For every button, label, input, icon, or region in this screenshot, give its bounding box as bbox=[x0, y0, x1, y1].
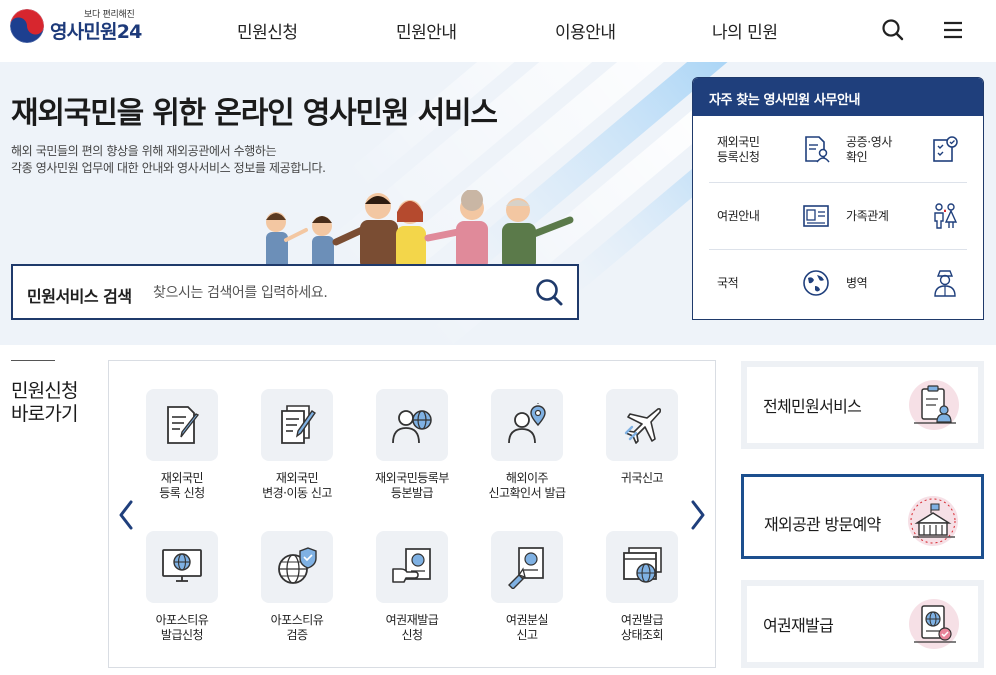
quick-item-label: 재외국민 등록신청 bbox=[717, 135, 760, 164]
shortcut-title-line: 민원신청 bbox=[11, 380, 79, 402]
notary-check-icon bbox=[933, 136, 958, 162]
service-label: 아포스티유 검증 bbox=[270, 613, 324, 642]
clipboard-person-icon bbox=[909, 380, 959, 430]
service-passport-lost[interactable]: 여권분실 신고 bbox=[472, 531, 582, 661]
quick-item-passport[interactable]: 여권안내 bbox=[709, 183, 838, 250]
service-label: 여권재발급 신청 bbox=[385, 613, 439, 642]
search-label: 민원서비스 검색 bbox=[27, 287, 132, 306]
main-nav: 민원신청 민원안내 이용안내 나의 민원 bbox=[0, 18, 996, 46]
shortcut-title-line: 바로가기 bbox=[11, 403, 79, 425]
person-location-icon bbox=[508, 403, 546, 444]
hero-description-line: 해외 국민들의 편의 향상을 위해 재외공관에서 수행하는 bbox=[11, 144, 277, 158]
service-label: 해외이주 신고확인서 발급 bbox=[488, 471, 566, 500]
embassy-visit-reservation-label: 재외공관 방문예약 bbox=[764, 515, 881, 534]
search-submit-icon[interactable] bbox=[533, 276, 565, 308]
globe-shield-icon bbox=[278, 547, 317, 584]
quick-item-label: 여권안내 bbox=[717, 209, 760, 223]
airplane-icon bbox=[624, 408, 662, 444]
quick-item-notary[interactable]: 공증·영사 확인 bbox=[838, 116, 967, 183]
service-label: 아포스티유 발급신청 bbox=[155, 613, 209, 642]
frequent-services-title: 자주 찾는 영사민원 사무안내 bbox=[693, 78, 983, 116]
window-globe-icon bbox=[623, 547, 662, 583]
quick-item-registration[interactable]: 재외국민 등록신청 bbox=[709, 116, 838, 183]
service-search-box: 민원서비스 검색 bbox=[11, 264, 579, 320]
passport-lost-icon bbox=[508, 547, 544, 589]
quick-item-military[interactable]: 병역 bbox=[838, 250, 967, 317]
quick-item-label: 가족관계 bbox=[846, 209, 889, 223]
frequent-services-panel: 자주 찾는 영사민원 사무안내 재외국민 등록신청 공증·영사 확인 여권안내 … bbox=[692, 77, 984, 320]
quick-item-family[interactable]: 가족관계 bbox=[838, 183, 967, 250]
quick-row: 재외국민 등록신청 공증·영사 확인 bbox=[709, 116, 967, 183]
service-tile bbox=[376, 531, 448, 603]
service-passport-reissue[interactable]: 여권재발급 신청 bbox=[357, 531, 467, 661]
nav-usage[interactable]: 이용안내 bbox=[555, 18, 616, 43]
embassy-visit-reservation-button[interactable]: 재외공관 방문예약 bbox=[741, 474, 984, 559]
passport-hand-icon bbox=[392, 548, 431, 583]
service-tile bbox=[491, 531, 563, 603]
search-icon[interactable] bbox=[880, 17, 906, 43]
service-tile bbox=[491, 389, 563, 461]
service-tile bbox=[606, 389, 678, 461]
service-tile bbox=[606, 531, 678, 603]
hero-description-line: 각종 영사민원 업무에 대한 안내와 영사서비스 정보를 제공합니다. bbox=[11, 161, 326, 175]
passport-reissue-button[interactable]: 여권재발급 bbox=[741, 580, 984, 668]
service-return-report[interactable]: 귀국신고 bbox=[587, 389, 697, 519]
all-services-label: 전체민원서비스 bbox=[763, 397, 862, 416]
service-tile bbox=[261, 389, 333, 461]
family-icon bbox=[934, 203, 958, 229]
person-globe-icon bbox=[392, 410, 432, 444]
family-illustration bbox=[266, 190, 574, 270]
menu-icon[interactable] bbox=[940, 17, 966, 43]
service-tile bbox=[146, 531, 218, 603]
service-apostille-verify[interactable]: 아포스티유 검증 bbox=[242, 531, 352, 661]
service-label: 귀국신고 bbox=[620, 471, 664, 485]
service-apostille-issue[interactable]: 아포스티유 발급신청 bbox=[127, 531, 237, 661]
hero-description: 해외 국민들의 편의 향상을 위해 재외공관에서 수행하는 각종 영사민원 업무… bbox=[11, 143, 326, 177]
service-tile bbox=[146, 389, 218, 461]
building-calendar-icon bbox=[908, 496, 958, 546]
service-tile bbox=[376, 389, 448, 461]
service-passport-status[interactable]: 여권발급 상태조회 bbox=[587, 531, 697, 661]
hero-title: 재외국민을 위한 온라인 영사민원 서비스 bbox=[11, 96, 498, 131]
service-shortcuts-panel: 재외국민 등록 신청 재외국민 변경·이동 신고 재외국민등록부 등본발급 해외… bbox=[108, 360, 716, 668]
shortcut-title: 민원신청 바로가기 bbox=[11, 380, 79, 426]
document-pen-icon bbox=[167, 406, 200, 444]
shortcut-divider bbox=[11, 360, 55, 361]
nav-guide[interactable]: 민원안내 bbox=[396, 18, 457, 43]
passport-reissue-label: 여권재발급 bbox=[763, 616, 834, 635]
quick-item-label: 병역 bbox=[846, 276, 868, 290]
passport-check-icon bbox=[909, 599, 959, 649]
service-tile bbox=[261, 531, 333, 603]
registration-document-icon bbox=[805, 136, 830, 163]
service-register[interactable]: 재외국민 등록 신청 bbox=[127, 389, 237, 519]
service-label: 재외국민등록부 등본발급 bbox=[375, 471, 449, 500]
service-registry-copy[interactable]: 재외국민등록부 등본발급 bbox=[357, 389, 467, 519]
search-input[interactable] bbox=[153, 278, 523, 308]
quick-item-nationality[interactable]: 국적 bbox=[709, 250, 838, 317]
service-label: 여권발급 상태조회 bbox=[620, 613, 664, 642]
quick-row: 국적 병역 bbox=[709, 250, 967, 317]
quick-row: 여권안내 가족관계 bbox=[709, 183, 967, 250]
passport-icon bbox=[803, 205, 829, 227]
service-change-report[interactable]: 재외국민 변경·이동 신고 bbox=[242, 389, 352, 519]
all-services-button[interactable]: 전체민원서비스 bbox=[741, 361, 984, 449]
monitor-globe-icon bbox=[162, 549, 202, 582]
site-header: 보다 편리해진 영사민원24 민원신청 민원안내 이용안내 나의 민원 bbox=[0, 0, 996, 62]
service-label: 여권분실 신고 bbox=[505, 613, 549, 642]
service-label: 재외국민 등록 신청 bbox=[159, 471, 205, 500]
globe-icon bbox=[803, 270, 829, 296]
nav-apply[interactable]: 민원신청 bbox=[237, 18, 298, 43]
service-label: 재외국민 변경·이동 신고 bbox=[262, 471, 332, 500]
soldier-icon bbox=[934, 270, 956, 297]
service-emigration-cert[interactable]: 해외이주 신고확인서 발급 bbox=[472, 389, 582, 519]
document-edit-icon bbox=[281, 405, 316, 444]
quick-item-label: 국적 bbox=[717, 276, 739, 290]
quick-item-label: 공증·영사 확인 bbox=[846, 135, 892, 164]
nav-my-requests[interactable]: 나의 민원 bbox=[712, 18, 778, 43]
